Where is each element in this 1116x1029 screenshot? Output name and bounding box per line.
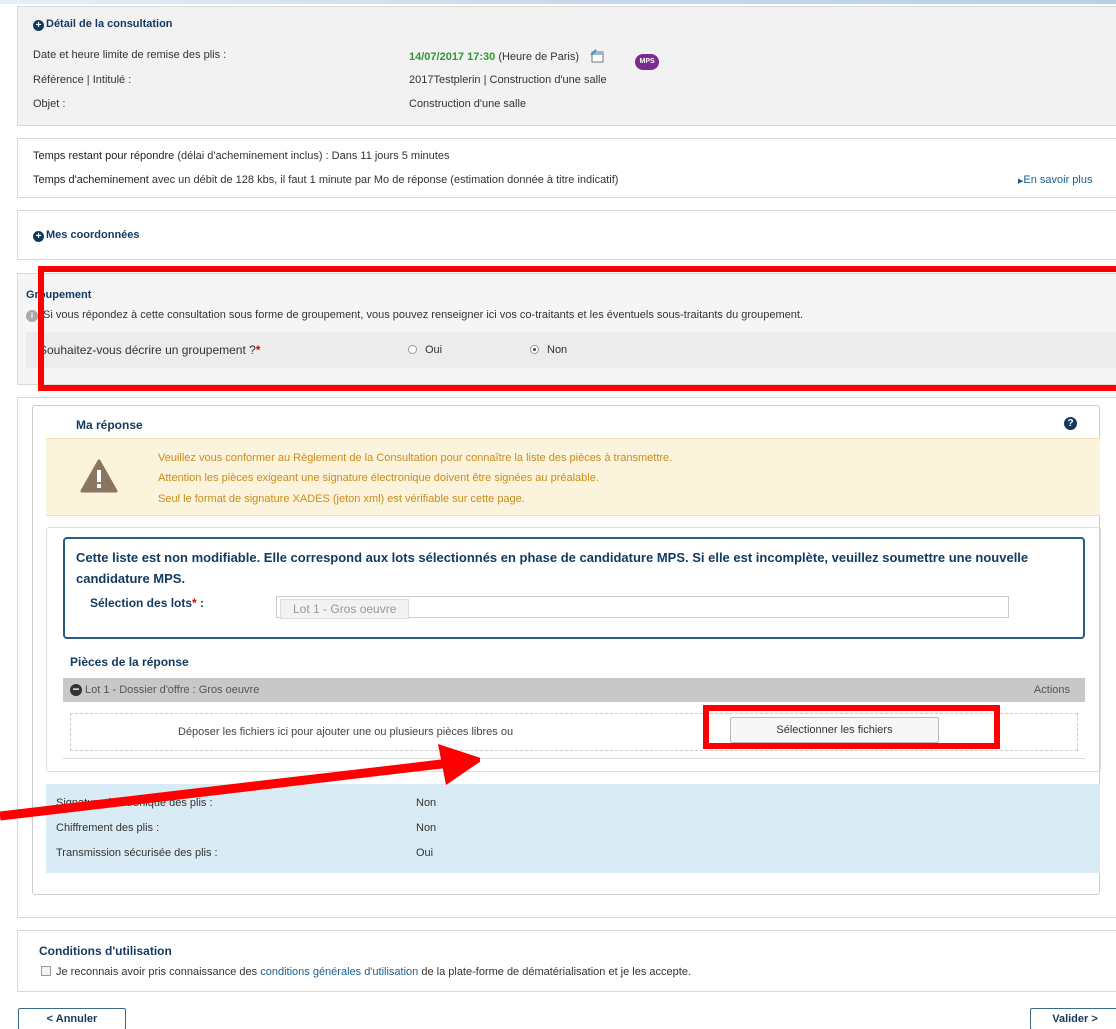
reponse-title: Ma réponse xyxy=(76,418,143,432)
reference-value: 2017Testplerin | Construction d'une sall… xyxy=(409,74,607,86)
consultation-toggle[interactable]: + Détail de la consultation xyxy=(33,18,173,31)
drop-zone-text: Déposer les fichiers ici pour ajouter un… xyxy=(178,726,514,738)
lots-label-row: Sélection des lots* : xyxy=(90,596,204,610)
lots-chip: Lot 1 - Gros oeuvre xyxy=(280,599,410,619)
conditions-line: Je reconnais avoir pris connaissance des… xyxy=(41,966,691,978)
reference-label: Référence | Intitulé : xyxy=(33,74,132,86)
more-info-link[interactable]: ▶En savoir plus xyxy=(1018,174,1092,186)
lots-label: Sélection des lots xyxy=(90,596,193,610)
conditions-title: Conditions d'utilisation xyxy=(39,944,172,958)
help-icon[interactable]: ? xyxy=(1064,417,1077,430)
minus-circle-icon: − xyxy=(70,683,82,696)
deadline-timezone: (Heure de Paris) xyxy=(498,51,580,63)
cancel-button[interactable]: < Annuler xyxy=(18,1008,126,1029)
lot-header[interactable]: − Lot 1 - Dossier d'offre : Gros oeuvre … xyxy=(63,678,1085,702)
transmission-value: Oui xyxy=(416,847,434,859)
actions-label: Actions xyxy=(1033,684,1070,696)
consultation-panel: + Détail de la consultation Date et heure… xyxy=(17,6,1116,126)
transfer-label: Temps d'acheminement xyxy=(33,174,149,186)
plus-circle-icon: + xyxy=(33,20,44,31)
more-info-label: En savoir plus xyxy=(1023,174,1093,186)
consultation-title: Détail de la consultation xyxy=(46,18,173,30)
remaining-label: Temps restant pour répondre xyxy=(33,150,175,162)
remaining-time: Temps restant pour répondre (délai d'ach… xyxy=(33,150,449,162)
warning-box: Veuillez vous conformer au Règlement de … xyxy=(46,438,1100,516)
transfer-time: Temps d'acheminement avec un débit de 12… xyxy=(33,174,618,186)
plus-circle-icon: + xyxy=(33,231,44,242)
pieces-title: Pièces de la réponse xyxy=(70,655,189,669)
transfer-detail: avec un débit de 128 kbs, il faut 1 minu… xyxy=(151,174,619,186)
conditions-panel: Conditions d'utilisation Je reconnais av… xyxy=(17,930,1116,992)
info-icon: i xyxy=(26,310,38,322)
warning-line-2: Attention les pièces exigeant une signat… xyxy=(158,472,599,484)
lot-header-text: Lot 1 - Dossier d'offre : Gros oeuvre xyxy=(85,684,260,696)
mps-badge: MPS xyxy=(635,54,660,70)
conditions-checkbox[interactable] xyxy=(41,966,51,976)
groupement-highlight xyxy=(38,266,1116,391)
conditions-link[interactable]: conditions générales d'utilisation xyxy=(260,966,418,978)
coordonnees-title: Mes coordonnées xyxy=(46,229,140,241)
warning-line-3: Seul le format de signature XADES (jeton… xyxy=(158,493,525,505)
select-button-highlight xyxy=(703,705,1000,749)
warning-line-1: Veuillez vous conformer au Règlement de … xyxy=(158,452,673,464)
top-strip xyxy=(0,0,1116,4)
lots-notice: Cette liste est non modifiable. Elle cor… xyxy=(76,550,1029,586)
annotation-arrow xyxy=(0,744,480,821)
lots-select[interactable]: Lot 1 - Gros oeuvre xyxy=(276,596,1009,619)
transmission-label: Transmission sécurisée des plis : xyxy=(56,847,218,859)
lots-notice-box: Cette liste est non modifiable. Elle cor… xyxy=(63,537,1085,639)
conditions-text-before: Je reconnais avoir pris connaissance des xyxy=(56,966,258,978)
coordonnees-toggle[interactable]: + Mes coordonnées xyxy=(33,229,140,242)
deadline-row: 14/07/2017 17:30 (Heure de Paris) MPS xyxy=(409,49,660,70)
lots-colon: : xyxy=(200,596,205,610)
lots-required-mark: * xyxy=(192,596,197,610)
objet-label: Objet : xyxy=(33,98,66,110)
validate-button[interactable]: Valider > xyxy=(1030,1008,1116,1029)
coordonnees-panel: + Mes coordonnées xyxy=(17,210,1116,260)
objet-value: Construction d'une salle xyxy=(409,98,527,110)
remaining-detail: (délai d'acheminement inclus) : Dans 11 … xyxy=(177,150,450,162)
conditions-text-after: de la plate-forme de dématérialisation e… xyxy=(421,966,691,978)
deadline-label: Date et heure limite de remise des plis … xyxy=(33,49,227,61)
timing-panel: Temps restant pour répondre (délai d'ach… xyxy=(17,138,1116,198)
calendar-icon[interactable] xyxy=(590,49,606,63)
warning-icon xyxy=(80,459,118,493)
deadline-value: 14/07/2017 17:30 xyxy=(409,51,496,63)
